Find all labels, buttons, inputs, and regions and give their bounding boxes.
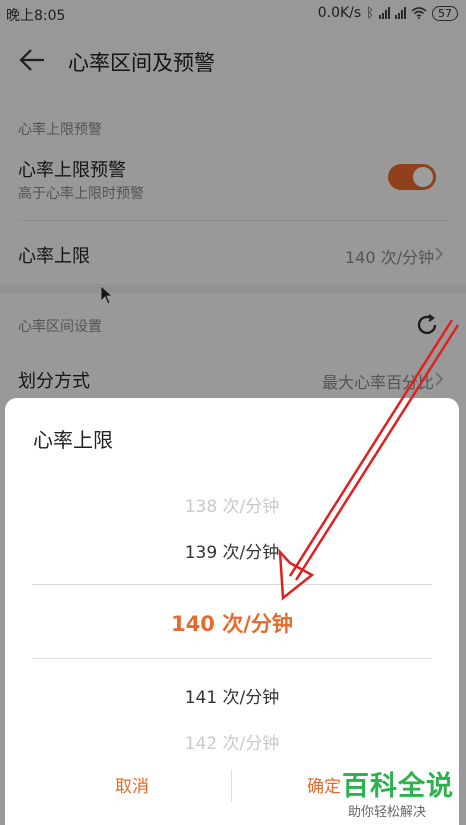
picker-item[interactable]: 141 次/分钟 bbox=[5, 683, 459, 708]
confirm-button[interactable]: 确定 bbox=[307, 772, 341, 797]
watermark-brand: 百科全说 bbox=[342, 771, 454, 802]
heart-rate-limit-dialog: 心率上限 138 次/分钟 139 次/分钟 140 次/分钟 141 次/分钟… bbox=[5, 398, 459, 825]
picker-selection-line-bottom bbox=[32, 658, 432, 659]
cancel-button[interactable]: 取消 bbox=[115, 772, 149, 797]
watermark-slogan: 助你轻松解决 bbox=[348, 805, 427, 820]
picker-selection-line-top bbox=[32, 584, 432, 585]
picker-item-selected[interactable]: 140 次/分钟 bbox=[5, 608, 459, 638]
dialog-title: 心率上限 bbox=[33, 428, 113, 452]
button-divider bbox=[231, 770, 232, 802]
watermark-logo: 百科全说 助你轻松解决 bbox=[342, 764, 460, 820]
picker-item[interactable]: 138 次/分钟 bbox=[5, 492, 459, 517]
picker-item[interactable]: 142 次/分钟 bbox=[5, 729, 459, 754]
picker-item[interactable]: 139 次/分钟 bbox=[5, 538, 459, 563]
